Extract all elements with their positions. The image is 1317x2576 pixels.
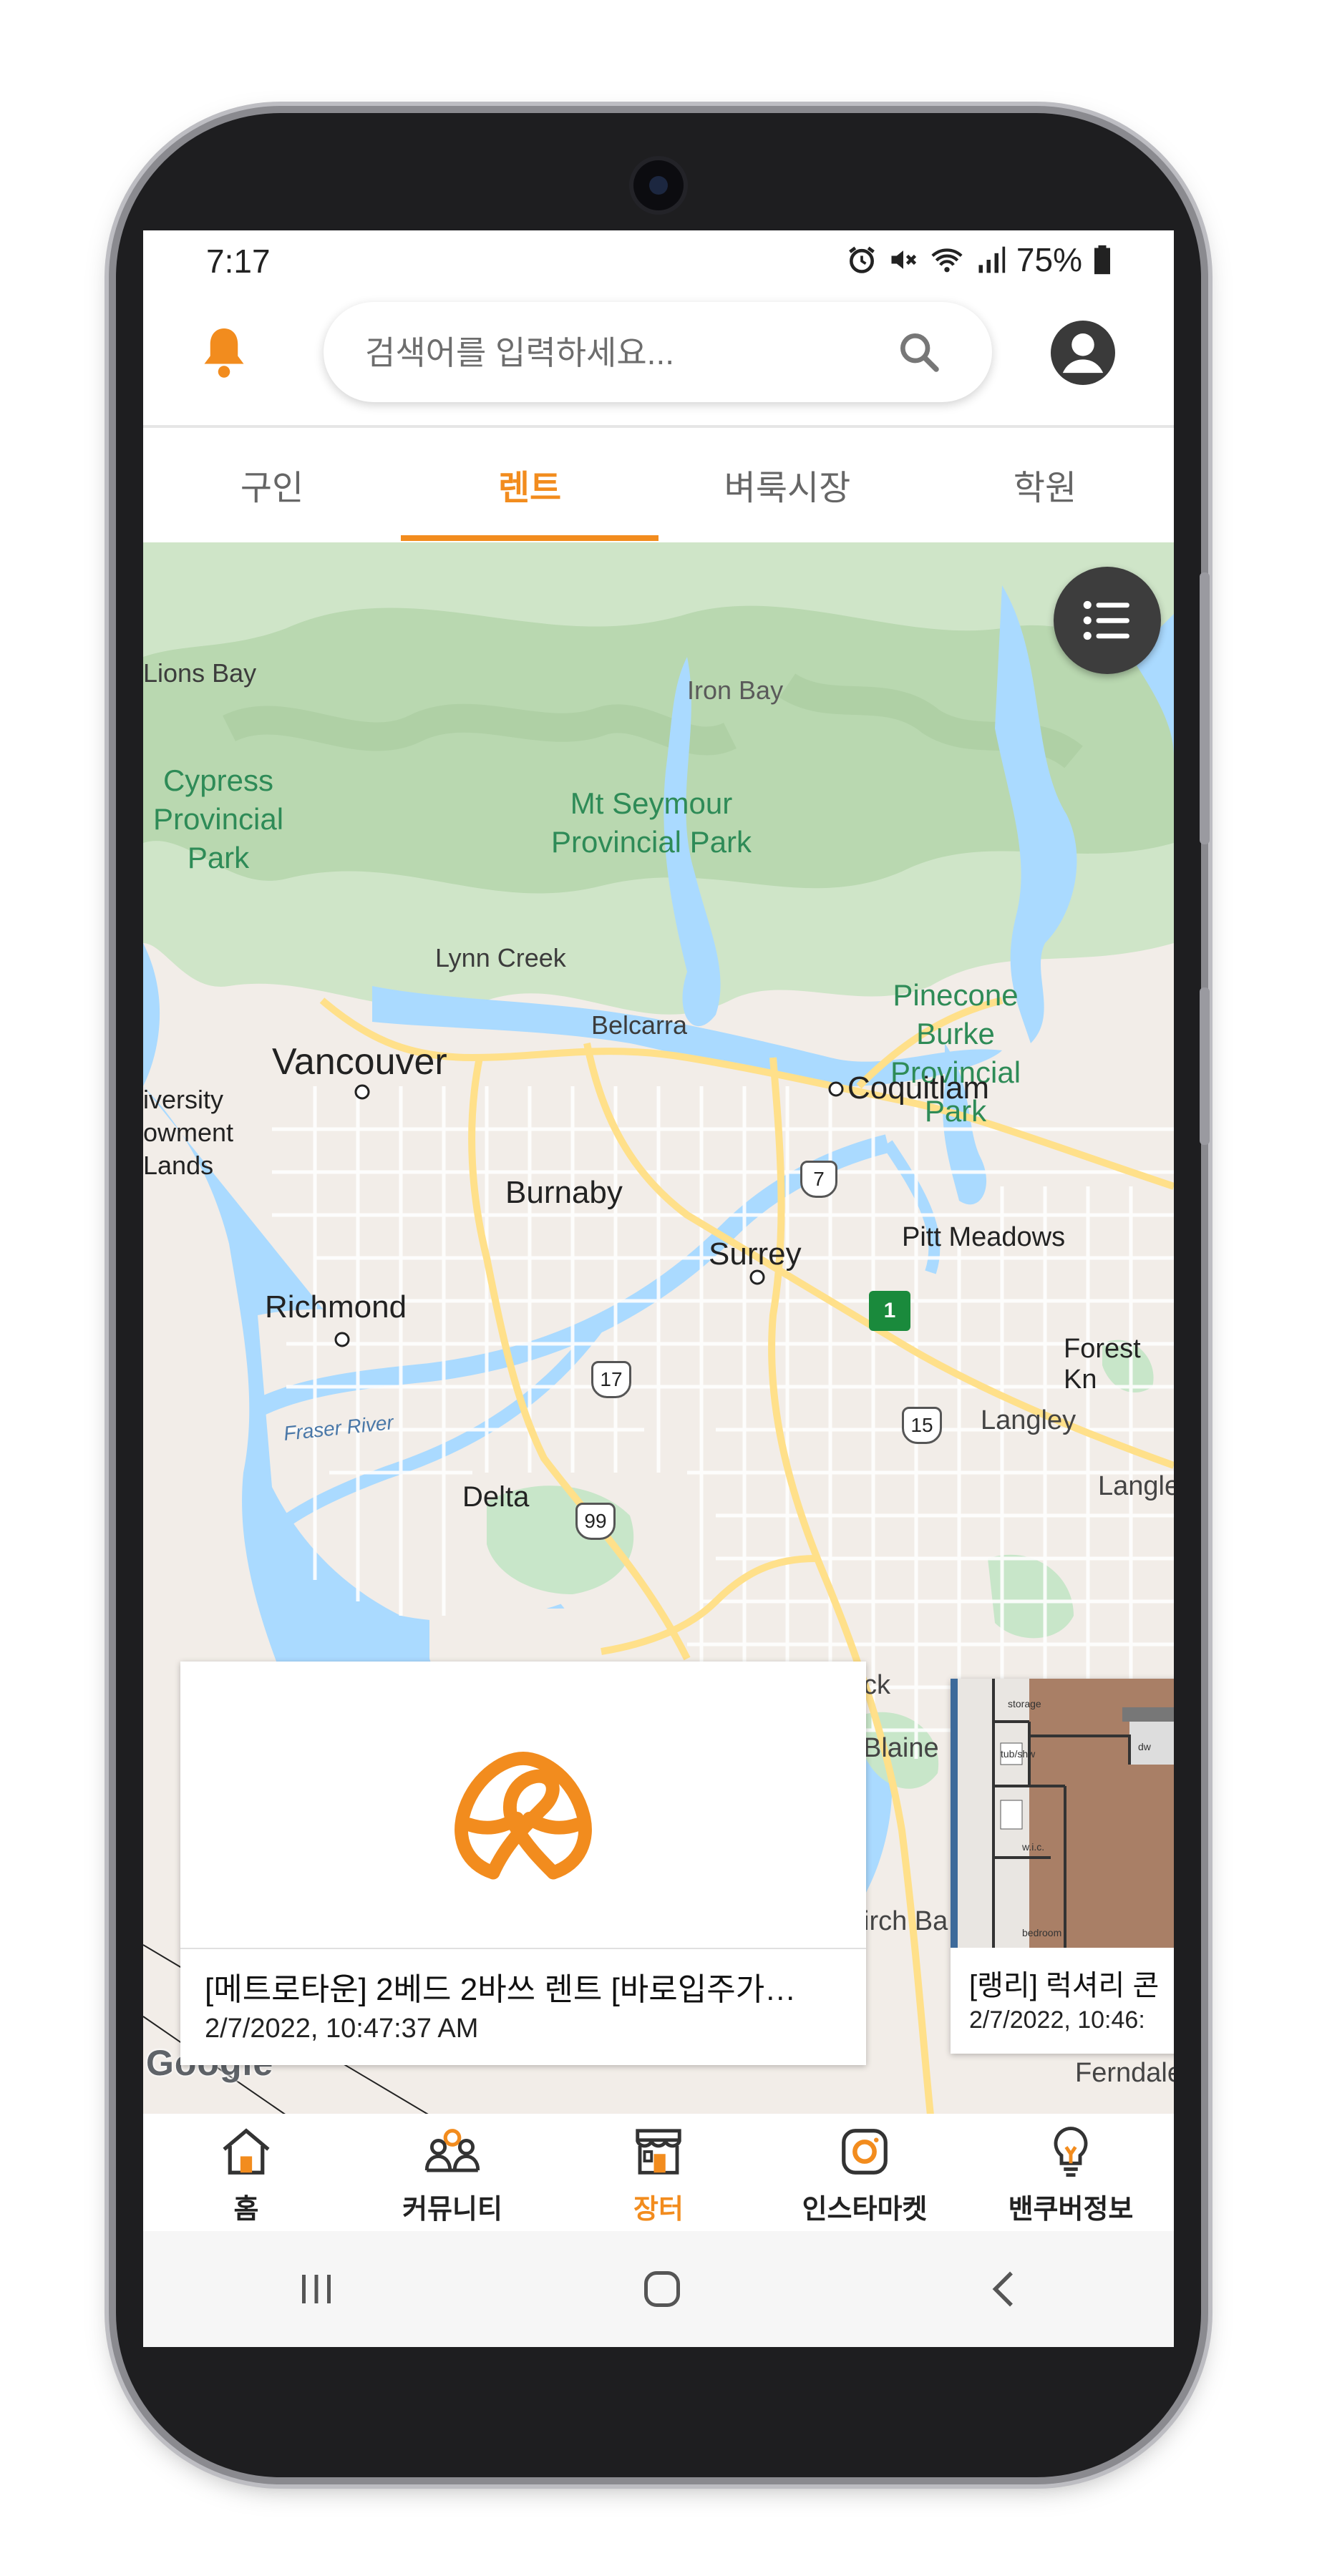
- listing-date: 2/7/2022, 10:46:: [969, 2006, 1145, 2034]
- status-icons: 75%: [846, 240, 1112, 279]
- map-label: Langle: [1098, 1471, 1174, 1501]
- listing-card[interactable]: [메트로타운] 2베드 2바쓰 렌트 [바로입주가… 2/7/2022, 10:…: [180, 1662, 866, 2065]
- instagram-icon: [842, 2129, 888, 2175]
- map-park-label: Mt Seymour Provincial Park: [550, 786, 752, 859]
- nav-market[interactable]: 장터: [555, 2114, 762, 2231]
- search-bar: [324, 302, 992, 404]
- nav-vancouver-info[interactable]: 밴쿠버정보: [968, 2114, 1174, 2231]
- listing-thumbnail[interactable]: storage tub/shw w.i.c. bedroom dw: [951, 1679, 1174, 1948]
- pretzel-logo-icon: [455, 1751, 592, 1880]
- alarm-icon: [849, 246, 875, 273]
- floorplan-tub-text: tub/shw: [1001, 1748, 1036, 1760]
- highway-shield: 15: [902, 1407, 942, 1444]
- notification-bell-icon[interactable]: [200, 323, 248, 381]
- signal-icon: [978, 246, 1006, 273]
- highway-shield: 7: [800, 1161, 837, 1198]
- nav-community[interactable]: 커뮤니티: [349, 2114, 555, 2231]
- trans-canada-shield: 1: [869, 1291, 910, 1331]
- front-camera: [633, 160, 684, 210]
- map-city-label: Richmond: [265, 1289, 407, 1324]
- nav-home[interactable]: 홈: [143, 2114, 349, 2231]
- nav-label: 인스타마켓: [802, 2195, 928, 2225]
- search-icon[interactable]: [896, 329, 942, 375]
- floorplan-dw-text: dw: [1138, 1741, 1152, 1752]
- home-icon: [223, 2128, 270, 2175]
- map-label: Belcarra: [591, 1010, 688, 1040]
- wifi-icon: [931, 248, 963, 273]
- map-label: Iron Bay: [687, 675, 784, 705]
- map-label: Forest Kn: [1064, 1334, 1141, 1395]
- map-label: ck: [863, 1670, 890, 1700]
- community-icon: [424, 2129, 480, 2172]
- map-park-label: Cypress Provincial Park: [152, 763, 284, 874]
- tab-flea-market[interactable]: 벼룩시장: [658, 428, 916, 541]
- mute-icon: [891, 250, 917, 269]
- recent-apps-icon[interactable]: [295, 2271, 338, 2307]
- category-tabs: 구인 렌트 벼룩시장 학원: [143, 425, 1174, 541]
- map-label: Ferndale: [1075, 2058, 1174, 2088]
- map-label: Langley: [981, 1405, 1077, 1435]
- listing-date: 2/7/2022, 10:47:37 AM: [205, 2014, 479, 2044]
- listing-title[interactable]: [랭리] 럭셔리 콘: [969, 1962, 1174, 2004]
- store-icon: [636, 2129, 681, 2175]
- floorplan-image: storage tub/shw w.i.c. bedroom dw: [951, 1679, 1174, 1948]
- list-icon: [1083, 600, 1129, 640]
- listing-title[interactable]: [메트로타운] 2베드 2바쓰 렌트 [바로입주가…: [205, 1963, 849, 2009]
- tab-academy[interactable]: 학원: [916, 428, 1174, 541]
- nav-label: 커뮤니티: [402, 2195, 502, 2225]
- home-button-icon[interactable]: [641, 2268, 684, 2311]
- map-city-label: Surrey: [709, 1236, 802, 1272]
- power-button: [1200, 987, 1210, 1145]
- volume-button: [1200, 572, 1210, 844]
- floorplan-wic-text: w.i.c.: [1021, 1841, 1044, 1853]
- nav-label: 밴쿠버정보: [1008, 2195, 1134, 2225]
- map-label: Pitt Meadows: [902, 1222, 1066, 1252]
- bottom-navigation: 홈 커뮤니티 장터 인스타마켓 밴쿠버정보: [143, 2114, 1174, 2231]
- lightbulb-icon: [1054, 2127, 1088, 2177]
- map-city-label: Delta: [462, 1481, 530, 1513]
- nav-label: 장터: [633, 2195, 684, 2225]
- map-label: Lions Bay: [143, 658, 257, 688]
- map-label: iversity owment Lands: [143, 1085, 234, 1180]
- battery-icon: [1094, 245, 1110, 275]
- system-navigation-bar: [143, 2231, 1174, 2347]
- tab-rent[interactable]: 렌트: [401, 428, 658, 541]
- map-label: Lynn Creek: [435, 943, 566, 972]
- highway-shield: 17: [591, 1361, 631, 1398]
- map-city-label: Burnaby: [505, 1175, 623, 1210]
- status-time: 7:17: [206, 243, 271, 280]
- listing-card[interactable]: storage tub/shw w.i.c. bedroom dw [랭리] 럭…: [951, 1679, 1174, 2054]
- map-label: Blaine: [863, 1733, 939, 1763]
- search-input[interactable]: [364, 302, 910, 404]
- map-label: irch Ba: [863, 1906, 948, 1936]
- map-city-label: Vancouver: [272, 1041, 447, 1083]
- nav-label: 홈: [233, 2195, 259, 2225]
- nav-insta-market[interactable]: 인스타마켓: [762, 2114, 968, 2231]
- list-view-button[interactable]: [1054, 567, 1161, 674]
- map-city-label: Coquitlam: [847, 1070, 990, 1106]
- floorplan-storage-text: storage: [1008, 1698, 1041, 1709]
- floorplan-bedroom-text: bedroom: [1022, 1927, 1061, 1938]
- tab-hiring[interactable]: 구인: [143, 428, 401, 541]
- map-park-label: Pinecone Burke Provincial Park: [890, 978, 1021, 1128]
- battery-percent: 75%: [1016, 241, 1082, 278]
- listing-thumbnail[interactable]: [180, 1662, 866, 1949]
- back-icon[interactable]: [986, 2268, 1022, 2311]
- highway-shield: 99: [575, 1503, 616, 1540]
- screen: 7:17 75% 구인 렌트 벼룩시장 학원: [143, 230, 1174, 2347]
- profile-avatar-icon[interactable]: [1051, 321, 1115, 385]
